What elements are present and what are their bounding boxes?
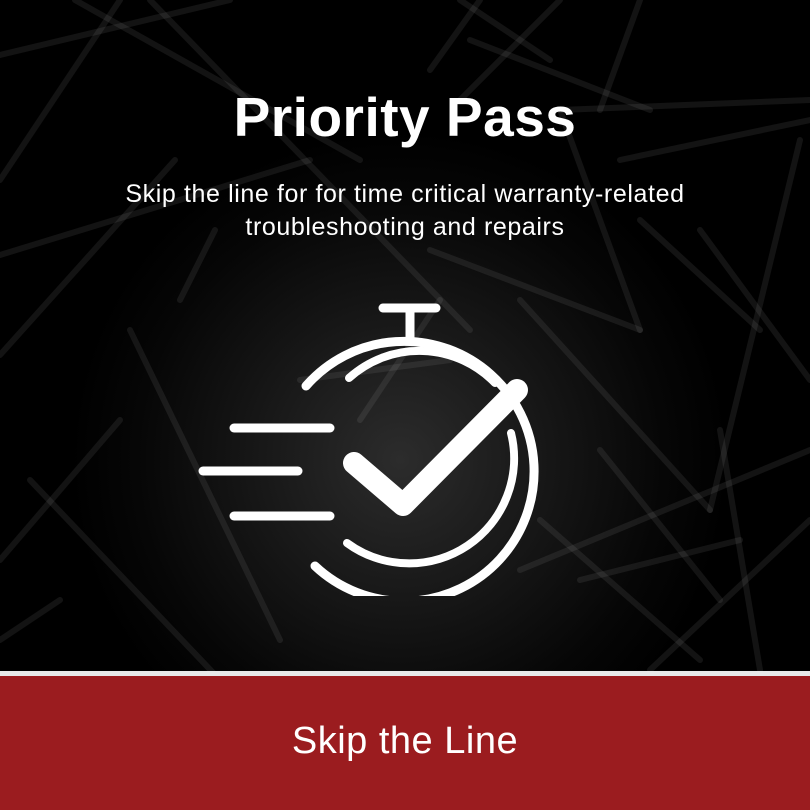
priority-pass-card: Priority Pass Skip the line for for time…: [0, 0, 810, 810]
skip-the-line-button[interactable]: Skip the Line: [0, 676, 810, 810]
fast-stopwatch-check-icon: [198, 303, 539, 596]
page-title: Priority Pass: [233, 86, 577, 148]
page-subtitle: Skip the line for for time critical warr…: [125, 180, 685, 241]
